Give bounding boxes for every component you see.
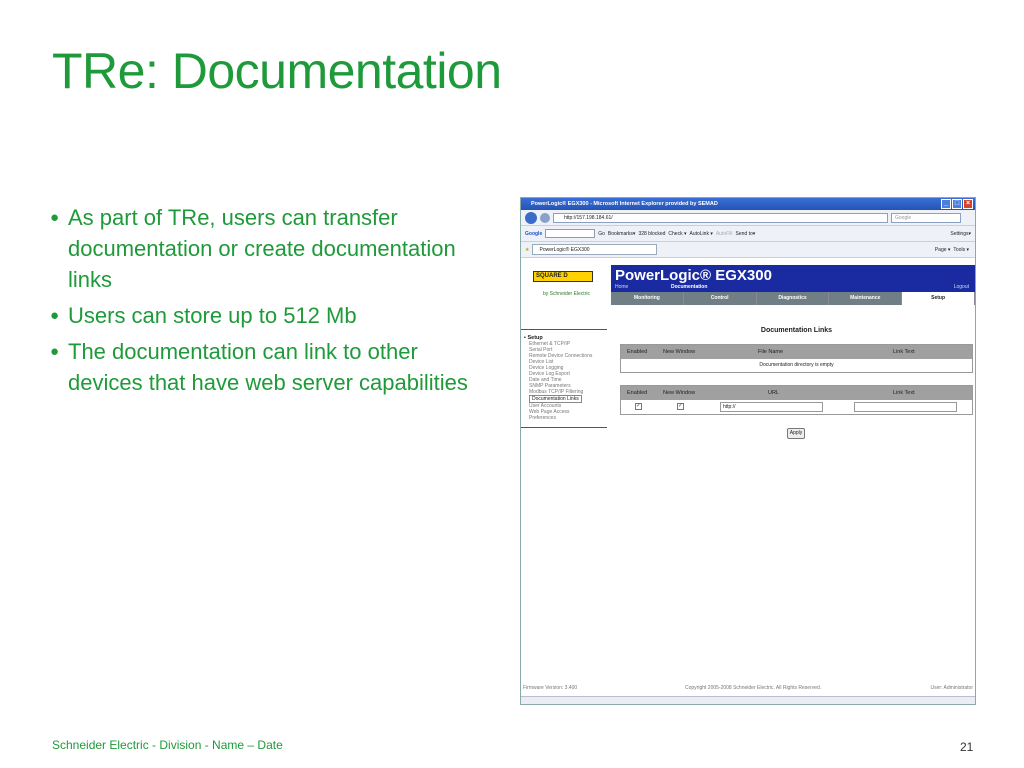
square-d-logo: SQUARE D xyxy=(533,271,593,282)
autofill-button[interactable]: AutoFill xyxy=(716,231,733,237)
table-row: ✓ ✓ http:// xyxy=(621,400,972,414)
tab-setup[interactable]: Setup xyxy=(902,292,975,305)
page-menu-button[interactable]: Page ▾ xyxy=(935,247,951,253)
new-window-checkbox[interactable]: ✓ xyxy=(677,403,684,410)
bullet-dot-icon: ● xyxy=(50,209,60,226)
bullet-dot-icon: ● xyxy=(50,307,60,324)
tab-monitoring[interactable]: Monitoring xyxy=(611,292,684,305)
settings-button[interactable]: Settings▾ xyxy=(950,231,971,237)
current-user: User: Administrator xyxy=(930,685,973,691)
check-button[interactable]: Check ▾ xyxy=(668,231,686,237)
slide-footer: Schneider Electric - Division - Name – D… xyxy=(52,738,283,752)
popup-blocked-button[interactable]: 328 blocked xyxy=(638,231,665,237)
bullet-item: ● The documentation can link to other dev… xyxy=(50,336,490,398)
sidebar-item-preferences[interactable]: Preferences xyxy=(524,415,607,421)
window-title: PowerLogic® EGX300 - Microsoft Internet … xyxy=(531,201,718,207)
logo-area: SQUARE D by Schneider Electric xyxy=(521,265,611,305)
go-button[interactable]: Go xyxy=(598,231,605,237)
bullet-item: ● As part of TRe, users can transfer docu… xyxy=(50,202,490,295)
enabled-checkbox[interactable]: ✓ xyxy=(635,403,642,410)
maximize-icon[interactable]: □ xyxy=(952,199,962,209)
address-input[interactable]: http://157.198.184.61/ xyxy=(553,212,888,223)
sidebar-item-documentation-links[interactable]: Documentation Links xyxy=(529,395,582,403)
urls-table-header: Enabled New Window URL Link Text xyxy=(621,386,972,400)
tools-menu-button[interactable]: Tools ▾ xyxy=(953,247,969,253)
page-title: Documentation Links xyxy=(760,327,833,334)
page-number: 21 xyxy=(960,740,974,754)
autolink-button[interactable]: AutoLink ▾ xyxy=(689,231,712,237)
product-name: PowerLogic® EGX300 xyxy=(615,267,772,284)
window-controls: _ □ × xyxy=(941,199,973,209)
copyright: Copyright 2005-2008 Schneider Electric. … xyxy=(685,685,822,691)
tab-row: ★ PowerLogic® EGX300 Page ▾ Tools ▾ xyxy=(521,242,975,258)
bookmarks-button[interactable]: Bookmarks▾ xyxy=(608,231,636,237)
google-logo: Google xyxy=(525,230,543,237)
empty-message: Documentation directory is empty xyxy=(759,362,834,368)
google-search-input[interactable] xyxy=(545,229,596,238)
home-link[interactable]: Home xyxy=(615,284,628,290)
google-toolbar: Google Go Bookmarks▾ 328 blocked Check ▾… xyxy=(521,226,975,242)
back-icon[interactable] xyxy=(525,211,537,224)
browser-tab[interactable]: PowerLogic® EGX300 xyxy=(532,244,658,255)
main-nav: Monitoring Control Diagnostics Maintenan… xyxy=(611,292,975,305)
setup-sidebar: ▪ Setup Ethernet & TCP/IP Serial Port Re… xyxy=(521,329,607,428)
window-title-bar: PowerLogic® EGX300 - Microsoft Internet … xyxy=(521,198,975,210)
slide-title: TRe: Documentation xyxy=(52,43,502,99)
schneider-logo: by Schneider Electric xyxy=(543,291,590,297)
browser-screenshot: PowerLogic® EGX300 - Microsoft Internet … xyxy=(520,197,976,705)
favorites-star-icon[interactable]: ★ xyxy=(525,247,529,253)
send-to-button[interactable]: Send to▾ xyxy=(736,231,756,237)
url-input[interactable]: http:// xyxy=(720,402,823,412)
files-table-header: Enabled New Window File Name Link Text xyxy=(621,345,972,359)
tab-maintenance[interactable]: Maintenance xyxy=(829,292,903,305)
close-icon[interactable]: × xyxy=(963,199,973,209)
status-bar: Firmware Version: 3.400 Copyright 2005-2… xyxy=(521,685,975,693)
tab-control[interactable]: Control xyxy=(683,292,757,305)
minimize-icon[interactable]: _ xyxy=(941,199,951,209)
app-header: SQUARE D by Schneider Electric PowerLogi… xyxy=(521,265,975,305)
product-banner: PowerLogic® EGX300 Home Documentation Lo… xyxy=(611,265,975,292)
urls-table: Enabled New Window URL Link Text ✓ ✓ htt… xyxy=(620,385,973,415)
bullet-item: ● Users can store up to 512 Mb xyxy=(50,300,490,331)
logout-link[interactable]: Logout xyxy=(954,284,969,290)
search-input[interactable]: Google xyxy=(891,212,961,223)
forward-icon[interactable] xyxy=(540,212,550,223)
files-table: Enabled New Window File Name Link Text D… xyxy=(620,344,973,373)
main-content: Documentation Links Enabled New Window F… xyxy=(620,324,973,427)
tab-diagnostics[interactable]: Diagnostics xyxy=(756,292,830,305)
address-bar-row: http://157.198.184.61/ Google xyxy=(521,210,975,226)
link-text-input[interactable] xyxy=(854,402,957,412)
apply-button[interactable]: Apply xyxy=(787,428,805,439)
bullet-dot-icon: ● xyxy=(50,343,60,360)
documentation-link[interactable]: Documentation xyxy=(671,284,707,290)
browser-status-bar xyxy=(521,696,975,704)
bullet-list: ● As part of TRe, users can transfer docu… xyxy=(50,202,490,403)
firmware-version: Firmware Version: 3.400 xyxy=(523,685,578,691)
